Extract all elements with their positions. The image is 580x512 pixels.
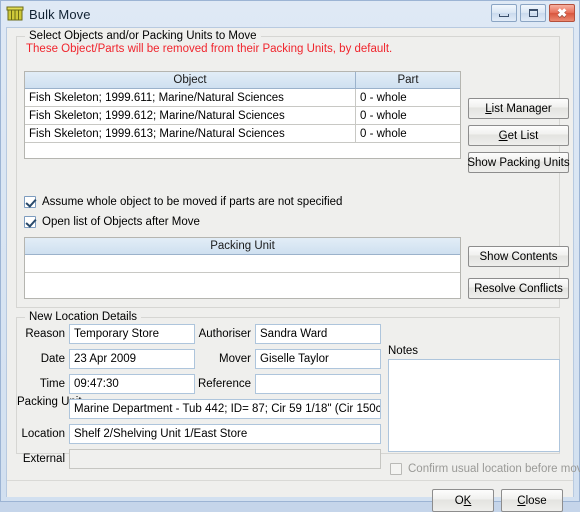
close-dialog-button[interactable]: Close xyxy=(501,489,563,512)
show-contents-button[interactable]: Show Contents xyxy=(468,246,569,267)
packing-unit-cell xyxy=(25,255,460,272)
object-cell: Fish Skeleton; 1999.613; Marine/Natural … xyxy=(29,127,285,140)
show-contents-button-label: Show Contents xyxy=(479,250,558,263)
close-button[interactable]: ✖ xyxy=(549,4,575,22)
title-bar[interactable]: Bulk Move ✖ xyxy=(1,1,579,27)
confirm-usual-location-checkbox: Confirm usual location before move xyxy=(390,463,580,475)
resolve-conflicts-button-label: Resolve Conflicts xyxy=(474,282,563,295)
date-field[interactable]: 23 Apr 2009 xyxy=(69,349,195,369)
footer-divider xyxy=(7,480,573,481)
packing-unit-grid-header: Packing Unit xyxy=(25,238,460,255)
window-title: Bulk Move xyxy=(29,6,91,22)
external-label: External xyxy=(22,453,65,465)
mover-label: Mover xyxy=(219,353,251,365)
table-row[interactable]: Fish Skeleton; 1999.611; Marine/Natural … xyxy=(25,89,460,107)
location-label: Location xyxy=(21,428,65,440)
authoriser-value: Sandra Ward xyxy=(260,328,328,340)
bulk-move-window: Bulk Move ✖ Select Objects and/or Packin… xyxy=(0,0,580,512)
list-manager-button[interactable]: List Manager xyxy=(468,98,569,119)
confirm-usual-location-label: Confirm usual location before move xyxy=(408,463,580,475)
object-cell: Fish Skeleton; 1999.611; Marine/Natural … xyxy=(29,91,284,104)
get-list-button[interactable]: Get List xyxy=(468,125,569,146)
table-row[interactable]: Fish Skeleton; 1999.612; Marine/Natural … xyxy=(25,107,460,125)
location-field[interactable]: Shelf 2/Shelving Unit 1/East Store xyxy=(69,424,381,444)
location-value: Shelf 2/Shelving Unit 1/East Store xyxy=(74,428,248,440)
get-list-button-label: Get List xyxy=(498,129,539,142)
reference-label: Reference xyxy=(197,378,251,390)
packing-unit-label: Packing Unit xyxy=(17,396,82,408)
packing-unit-value: Marine Department - Tub 442; ID= 87; Cir… xyxy=(74,403,381,415)
time-label: Time xyxy=(39,378,65,390)
show-packing-units-button[interactable]: Show Packing Units xyxy=(467,152,570,173)
new-location-details-legend: New Location Details xyxy=(25,311,142,323)
packing-unit-column-header[interactable]: Packing Unit xyxy=(25,238,460,254)
part-cell: 0 - whole xyxy=(355,107,460,124)
time-value: 09:47:30 xyxy=(74,378,119,390)
checkbox-box[interactable] xyxy=(24,216,36,228)
resolve-conflicts-button[interactable]: Resolve Conflicts xyxy=(468,278,569,299)
reason-value: Temporary Store xyxy=(74,328,160,340)
object-column-header[interactable]: Object xyxy=(25,72,355,88)
table-row[interactable]: Fish Skeleton; 1999.613; Marine/Natural … xyxy=(25,125,460,143)
notes-textarea[interactable] xyxy=(388,359,560,452)
select-objects-group-legend: Select Objects and/or Packing Units to M… xyxy=(25,30,261,42)
minimize-button[interactable] xyxy=(491,4,517,22)
reason-field[interactable]: Temporary Store xyxy=(69,324,195,344)
part-cell: 0 - whole xyxy=(355,89,460,106)
assume-whole-object-checkbox[interactable]: Assume whole object to be moved if parts… xyxy=(24,196,342,208)
reason-label: Reason xyxy=(25,328,65,340)
reference-field[interactable] xyxy=(255,374,381,394)
mover-field[interactable]: Giselle Taylor xyxy=(255,349,381,369)
authoriser-label: Authoriser xyxy=(198,328,251,340)
object-grid[interactable]: Object Part Fish Skeleton; 1999.611; Mar… xyxy=(24,71,461,159)
assume-whole-object-label: Assume whole object to be moved if parts… xyxy=(42,196,343,208)
object-grid-header: Object Part xyxy=(25,72,460,89)
table-row[interactable] xyxy=(25,255,460,273)
dialog-client-area: Select Objects and/or Packing Units to M… xyxy=(6,27,580,512)
time-field[interactable]: 09:47:30 xyxy=(69,374,195,394)
date-label: Date xyxy=(40,353,65,365)
caption-button-group: ✖ xyxy=(491,4,575,22)
part-cell: 0 - whole xyxy=(355,125,460,142)
packing-unit-field[interactable]: Marine Department - Tub 442; ID= 87; Cir… xyxy=(69,399,381,419)
date-value: 23 Apr 2009 xyxy=(74,353,137,365)
list-manager-button-label: List Manager xyxy=(485,102,552,115)
ok-button[interactable]: OK xyxy=(432,489,494,512)
checkbox-box[interactable] xyxy=(24,196,36,208)
packing-unit-grid[interactable]: Packing Unit xyxy=(24,237,461,299)
notes-label: Notes xyxy=(388,345,419,357)
part-column-header[interactable]: Part xyxy=(355,72,460,88)
open-list-after-move-checkbox[interactable]: Open list of Objects after Move xyxy=(24,216,200,228)
mover-value: Giselle Taylor xyxy=(260,353,329,365)
authoriser-field[interactable]: Sandra Ward xyxy=(255,324,381,344)
notes-value xyxy=(389,360,559,366)
external-field xyxy=(69,449,381,469)
removal-warning-text: These Object/Parts will be removed from … xyxy=(26,43,393,55)
close-dialog-button-label: Close xyxy=(517,494,547,507)
show-packing-units-button-label: Show Packing Units xyxy=(467,156,570,169)
checkbox-box xyxy=(390,463,402,475)
crate-icon xyxy=(6,5,24,23)
ok-button-label: OK xyxy=(454,494,472,507)
open-list-after-move-label: Open list of Objects after Move xyxy=(42,216,200,228)
object-cell: Fish Skeleton; 1999.612; Marine/Natural … xyxy=(29,109,285,122)
maximize-button[interactable] xyxy=(520,4,546,22)
